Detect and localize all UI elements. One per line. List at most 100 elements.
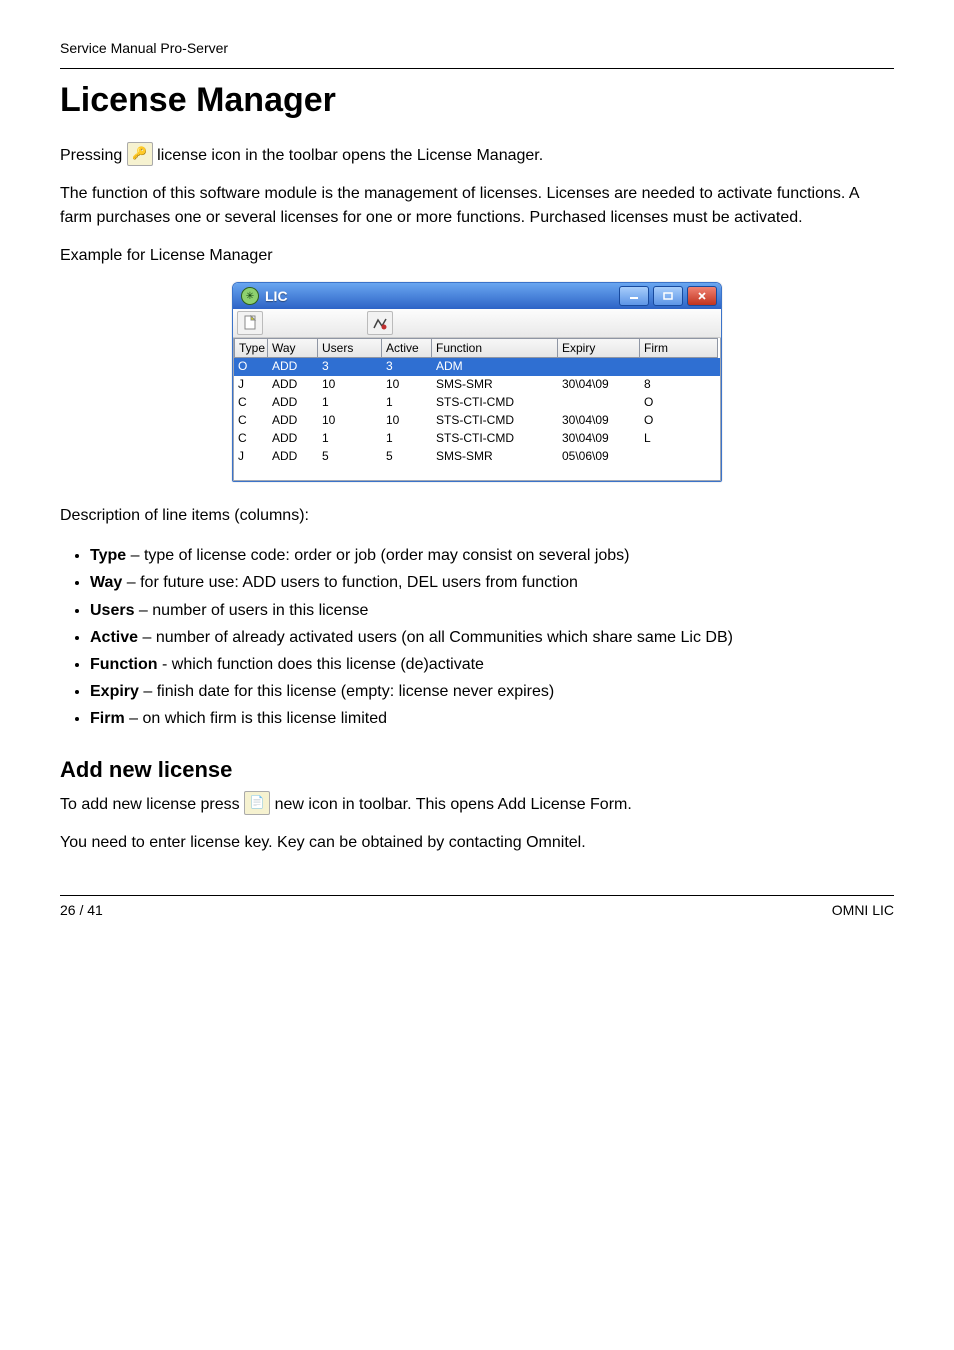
key-icon bbox=[127, 142, 153, 166]
list-item: Active – number of already activated use… bbox=[90, 624, 894, 651]
cell bbox=[558, 358, 640, 376]
cell bbox=[558, 394, 640, 412]
intro-3: Example for License Manager bbox=[60, 244, 894, 268]
cell: C bbox=[234, 394, 268, 412]
cell: STS-CTI-CMD bbox=[432, 430, 558, 448]
list-item-value: – on which firm is this license limited bbox=[125, 710, 387, 727]
table-row[interactable]: CADD11STS-CTI-CMDO bbox=[234, 394, 720, 412]
cell: O bbox=[640, 394, 718, 412]
header-rule bbox=[60, 68, 894, 69]
page-title: License Manager bbox=[60, 81, 894, 120]
list-item: Expiry – finish date for this license (e… bbox=[90, 678, 894, 705]
add-1a: To add new license press bbox=[60, 796, 244, 813]
cell: 30\04\09 bbox=[558, 376, 640, 394]
cell bbox=[640, 448, 718, 466]
cell: ADD bbox=[268, 358, 318, 376]
list-item-key: Users bbox=[90, 602, 134, 619]
cell: C bbox=[234, 430, 268, 448]
col-type[interactable]: Type bbox=[234, 338, 268, 358]
license-grid: Type Way Users Active Function Expiry Fi… bbox=[233, 338, 721, 481]
col-expiry[interactable]: Expiry bbox=[558, 338, 640, 358]
list-item: Way – for future use: ADD users to funct… bbox=[90, 569, 894, 596]
cell: 1 bbox=[318, 394, 382, 412]
close-button[interactable] bbox=[687, 286, 717, 306]
cell: 5 bbox=[318, 448, 382, 466]
app-icon: ✳ bbox=[241, 287, 259, 305]
list-item-value: - which function does this license (de)a… bbox=[158, 656, 484, 673]
cell: O bbox=[234, 358, 268, 376]
list-item-key: Expiry bbox=[90, 683, 139, 700]
cell: ADD bbox=[268, 412, 318, 430]
cell: L bbox=[640, 430, 718, 448]
new-icon bbox=[244, 791, 270, 815]
footer-rule bbox=[60, 895, 894, 896]
cell: 3 bbox=[318, 358, 382, 376]
cell: ADD bbox=[268, 430, 318, 448]
cell: STS-CTI-CMD bbox=[432, 394, 558, 412]
col-active[interactable]: Active bbox=[382, 338, 432, 358]
col-users[interactable]: Users bbox=[318, 338, 382, 358]
maximize-button[interactable] bbox=[653, 286, 683, 306]
add-2: You need to enter license key. Key can b… bbox=[60, 831, 894, 855]
cell: O bbox=[640, 412, 718, 430]
cell: ADD bbox=[268, 448, 318, 466]
list-item-key: Way bbox=[90, 574, 122, 591]
list-item-value: – for future use: ADD users to function,… bbox=[122, 574, 578, 591]
cell: ADM bbox=[432, 358, 558, 376]
table-row[interactable]: OADD33ADM bbox=[234, 358, 720, 376]
desc-lead: Description of line items (columns): bbox=[60, 504, 894, 528]
cell: 1 bbox=[318, 430, 382, 448]
running-header: Service Manual Pro-Server bbox=[60, 40, 894, 56]
add-1b: new icon in toolbar. This opens Add Lice… bbox=[275, 796, 632, 813]
intro-1b: license icon in the toolbar opens the Li… bbox=[157, 147, 543, 164]
cell: 30\04\09 bbox=[558, 412, 640, 430]
list-item-key: Firm bbox=[90, 710, 125, 727]
cell: 10 bbox=[382, 376, 432, 394]
footer-right: OMNI LIC bbox=[832, 902, 894, 918]
cell: 05\06\09 bbox=[558, 448, 640, 466]
cell: 1 bbox=[382, 430, 432, 448]
cell: ADD bbox=[268, 376, 318, 394]
cell: J bbox=[234, 376, 268, 394]
list-item-value: – type of license code: order or job (or… bbox=[126, 547, 629, 564]
cell: C bbox=[234, 412, 268, 430]
cell: 5 bbox=[382, 448, 432, 466]
col-way[interactable]: Way bbox=[268, 338, 318, 358]
table-row[interactable]: CADD1010STS-CTI-CMD30\04\09O bbox=[234, 412, 720, 430]
cell: 10 bbox=[382, 412, 432, 430]
new-license-button[interactable] bbox=[237, 311, 263, 335]
col-func[interactable]: Function bbox=[432, 338, 558, 358]
cell: SMS-SMR bbox=[432, 376, 558, 394]
license-window: ✳ LIC Type Way Users Active Function Exp… bbox=[232, 282, 722, 482]
cell bbox=[640, 358, 718, 376]
cell: 10 bbox=[318, 376, 382, 394]
titlebar: ✳ LIC bbox=[233, 283, 721, 309]
add-1: To add new license press new icon in too… bbox=[60, 793, 894, 817]
cell: 3 bbox=[382, 358, 432, 376]
list-item: Function - which function does this lice… bbox=[90, 651, 894, 678]
cell: SMS-SMR bbox=[432, 448, 558, 466]
toolbar-button-2[interactable] bbox=[367, 311, 393, 335]
table-row[interactable]: JADD1010SMS-SMR30\04\098 bbox=[234, 376, 720, 394]
list-item-key: Type bbox=[90, 547, 126, 564]
grid-body: OADD33ADMJADD1010SMS-SMR30\04\098CADD11S… bbox=[234, 358, 720, 480]
list-item-value: – number of users in this license bbox=[134, 602, 368, 619]
list-item: Users – number of users in this license bbox=[90, 597, 894, 624]
table-row[interactable]: JADD55SMS-SMR05\06\09 bbox=[234, 448, 720, 466]
column-description-list: Type – type of license code: order or jo… bbox=[60, 542, 894, 732]
intro-1a: Pressing bbox=[60, 147, 127, 164]
toolbar bbox=[233, 309, 721, 338]
table-row[interactable]: CADD11STS-CTI-CMD30\04\09L bbox=[234, 430, 720, 448]
list-item-key: Function bbox=[90, 656, 158, 673]
cell: J bbox=[234, 448, 268, 466]
list-item: Type – type of license code: order or jo… bbox=[90, 542, 894, 569]
cell: STS-CTI-CMD bbox=[432, 412, 558, 430]
list-item: Firm – on which firm is this license lim… bbox=[90, 705, 894, 732]
minimize-button[interactable] bbox=[619, 286, 649, 306]
cell: 1 bbox=[382, 394, 432, 412]
grid-header: Type Way Users Active Function Expiry Fi… bbox=[234, 338, 720, 358]
intro-1: Pressing license icon in the toolbar ope… bbox=[60, 144, 894, 168]
col-firm[interactable]: Firm bbox=[640, 338, 718, 358]
cell: 30\04\09 bbox=[558, 430, 640, 448]
list-item-value: – number of already activated users (on … bbox=[138, 629, 733, 646]
